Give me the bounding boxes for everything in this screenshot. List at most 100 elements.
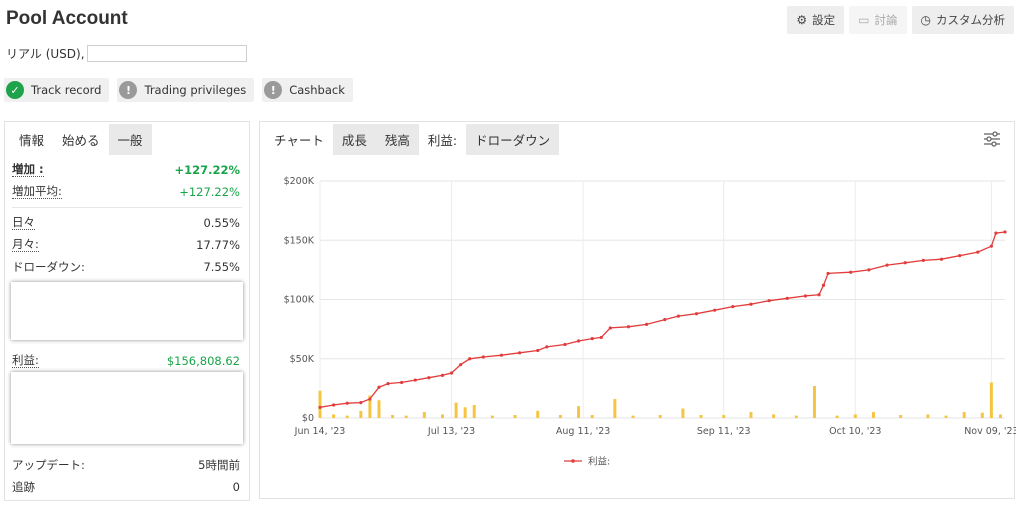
custom-analysis-button[interactable]: ◷ カスタム分析 [911,6,1014,34]
data-point [676,314,680,318]
stat-label: アップデート: [12,458,85,472]
bar [463,407,467,418]
data-point [590,337,594,341]
tab-start[interactable]: 始める [53,124,109,155]
stat-value: +127.22% [179,185,240,199]
bar [631,415,635,418]
bar [794,415,798,418]
bar [998,414,1002,418]
bar [590,415,594,418]
bar [345,415,349,418]
data-point [767,299,771,303]
data-point [318,405,322,409]
top-actions: ⚙ 設定 ▭ 討論 ◷ カスタム分析 [787,6,1014,34]
data-point [427,376,431,380]
bar [699,415,703,418]
data-point [645,322,649,326]
data-point [359,400,363,405]
data-point [885,263,889,267]
divider [12,207,242,208]
bar [871,412,875,418]
bar [318,390,322,418]
stat-drawdown: ドローダウン: 7.55% [5,256,249,278]
data-point [440,373,445,377]
badge-trading-privileges[interactable]: ! Trading privileges [117,78,255,102]
settings-button[interactable]: ⚙ 設定 [787,6,845,34]
gear-icon: ⚙ [796,13,808,27]
badge-label: Cashback [289,83,345,97]
bar [926,414,930,418]
comment-icon: ▭ [858,13,870,27]
discussion-label: 討論 [874,13,898,27]
redacted-account-number [86,45,247,62]
stat-updated: アップデート: 5時間前 [5,454,249,476]
data-point [694,312,699,316]
bar [536,410,540,418]
legend-label: 利益: [588,456,610,468]
bar [812,386,816,418]
bar [749,412,753,418]
badge-row: ✓ Track record ! Trading privileges ! Ca… [4,78,353,102]
bar [835,415,839,418]
stat-label: 追跡 [12,480,35,494]
stat-value: $156,808.62 [166,354,240,368]
data-point [499,353,504,357]
data-point [867,268,871,272]
stat-value: 5時間前 [198,458,240,472]
data-point [663,318,667,322]
y-tick-label: $0 [302,413,314,424]
stat-label: 増加平均: [12,184,62,199]
data-point [749,302,753,306]
bar [681,408,685,418]
bar [899,415,903,418]
bar [472,404,476,418]
y-tick-label: $150K [284,235,315,246]
stat-label: 増加 : [12,162,44,177]
bar [404,415,408,418]
y-tick-label: $200K [284,176,315,187]
x-tick-label: Aug 11, '23 [556,426,610,437]
tab-info[interactable]: 情報 [10,124,53,155]
chart-panel: チャート 成長 残高 利益: ドローダウン $0 $50K $100K $150K $2… [259,121,1016,499]
data-point [713,308,717,312]
data-point [400,380,404,385]
data-point [576,339,581,343]
stat-daily: 日々 0.55% [5,212,249,234]
bar [422,412,426,418]
stat-value: 17.77% [196,238,240,252]
bar [391,415,395,418]
data-point [518,351,522,355]
data-point [921,258,925,262]
bar [440,414,444,418]
bar [772,414,776,418]
bar [722,415,726,418]
data-point [626,325,631,329]
badge-track-record[interactable]: ✓ Track record [4,78,110,102]
discussion-button[interactable]: ▭ 討論 [849,6,907,34]
data-point [958,254,962,258]
profit-line [319,231,1006,408]
x-tick-label: Nov 09, '23 [964,426,1016,437]
data-point [545,345,549,349]
settings-label: 設定 [812,13,836,27]
x-tick-label: Oct 10, '23 [829,426,881,437]
data-point [994,231,998,235]
bar [377,400,381,418]
badge-label: Track record [31,83,102,97]
data-point [413,378,417,382]
x-tick-label: Sep 11, '23 [697,426,751,437]
badge-label: Trading privileges [144,83,247,97]
bar [359,410,363,418]
data-point [468,357,472,361]
tab-general[interactable]: 一般 [108,124,152,155]
data-point [989,244,993,248]
page-title: Pool Account [6,8,128,29]
clock-icon: ◷ [920,13,931,27]
x-tick-label: Jul 13, '23 [427,426,475,437]
data-point [345,401,349,405]
data-point [368,397,372,401]
data-point [821,283,826,287]
badge-cashback[interactable]: ! Cashback [262,78,353,102]
stat-tracking: 追跡 0 [5,476,249,498]
data-point [849,270,853,274]
